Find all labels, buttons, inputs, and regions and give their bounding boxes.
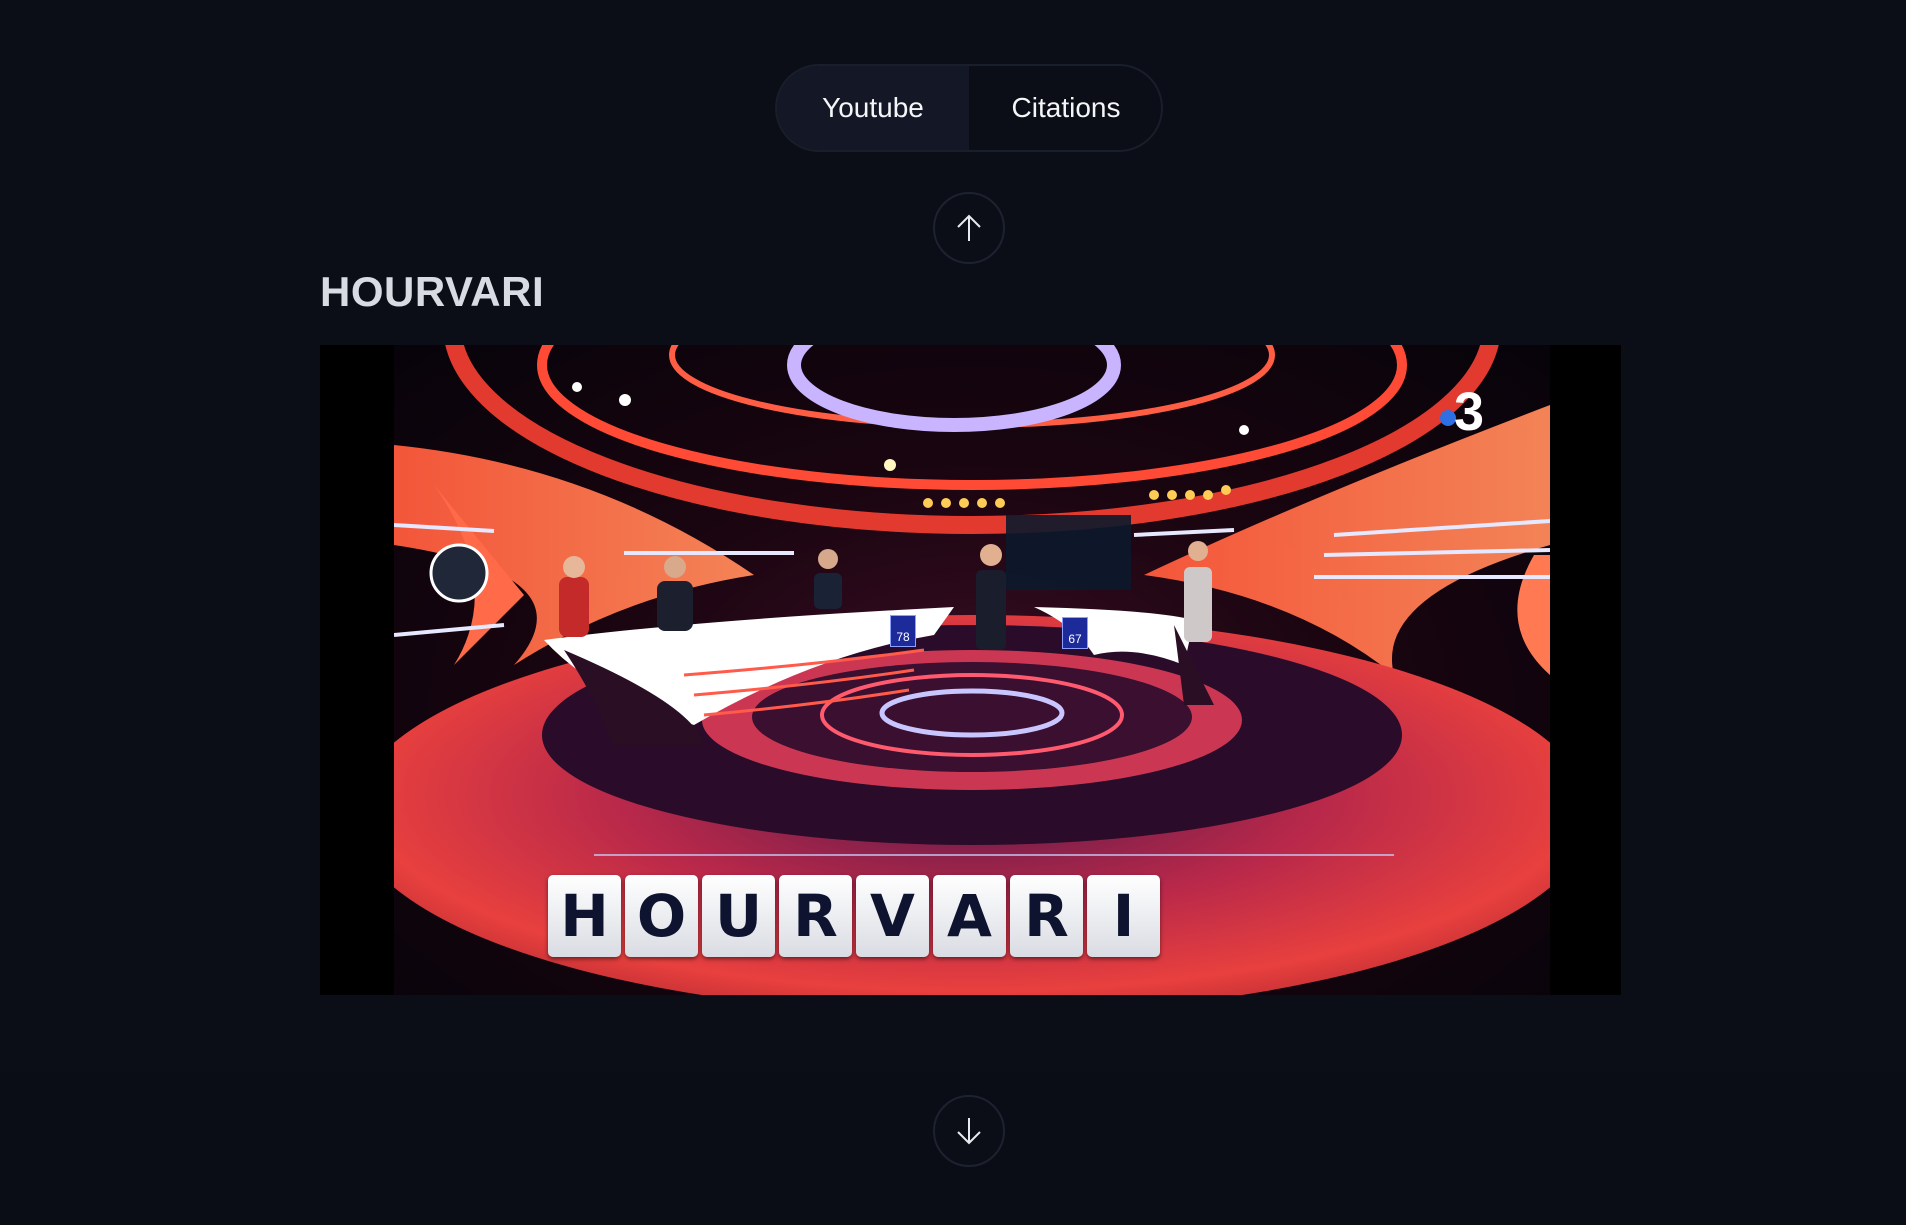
video-frame: 78 67 3 H O U R V A R I <box>394 345 1550 995</box>
tab-citations[interactable]: Citations <box>969 66 1161 150</box>
arrow-down-icon <box>957 1118 981 1145</box>
video-title: HOURVARI <box>320 268 545 315</box>
letter-tiles: H O U R V A R I <box>548 875 1160 957</box>
letter-tile: V <box>856 875 929 957</box>
tab-switcher: Youtube Citations <box>775 64 1163 152</box>
arrow-up-icon <box>957 214 981 241</box>
page: Youtube Citations HOURVARI 78 67 3 H O U… <box>0 0 1906 1225</box>
channel-logo: 3 <box>1439 381 1484 443</box>
video-player[interactable]: 78 67 3 H O U R V A R I <box>320 345 1621 995</box>
tab-youtube[interactable]: Youtube <box>777 66 969 150</box>
next-button[interactable] <box>933 1095 1005 1167</box>
letter-tile: H <box>548 875 621 957</box>
letter-tile: A <box>933 875 1006 957</box>
score-badge: 67 <box>1062 617 1088 649</box>
letter-tile: O <box>625 875 698 957</box>
channel-number: 3 <box>1453 382 1484 442</box>
letter-tile: R <box>779 875 852 957</box>
letter-tile: R <box>1010 875 1083 957</box>
score-badge: 78 <box>890 615 916 647</box>
letter-tile: U <box>702 875 775 957</box>
previous-button[interactable] <box>933 192 1005 264</box>
letter-tile: I <box>1087 875 1160 957</box>
